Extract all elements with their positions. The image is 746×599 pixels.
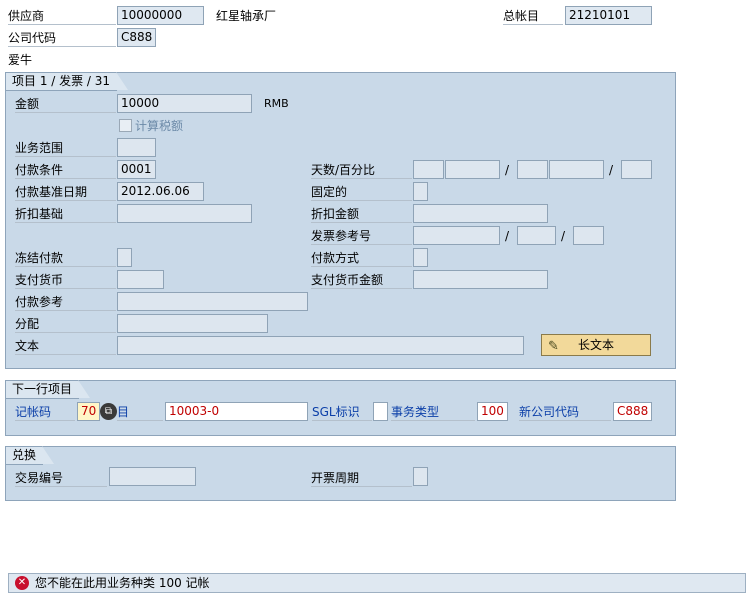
payment-block-label: 冻结付款	[15, 249, 116, 267]
payment-ref-label: 付款参考	[15, 293, 116, 311]
payment-terms-label: 付款条件	[15, 161, 116, 179]
new-company-code-field[interactable]: C888	[613, 402, 652, 421]
slash-4: /	[561, 229, 566, 243]
pay-currency-amount-field[interactable]	[413, 270, 548, 289]
slash-3: /	[505, 229, 510, 243]
text-label: 文本	[15, 337, 116, 355]
pay-currency-label: 支付货币	[15, 271, 116, 289]
status-message: 您不能在此用业务种类 100 记帐	[35, 576, 210, 590]
invoice-ref-label: 发票参考号	[311, 227, 412, 245]
business-area-label: 业务范围	[15, 139, 116, 157]
company-name: 爱牛	[8, 53, 33, 67]
payment-block-field[interactable]	[117, 248, 132, 267]
calc-tax-label: 计算税额	[135, 119, 184, 133]
fixed-field[interactable]	[413, 182, 428, 201]
text-field[interactable]	[117, 336, 524, 355]
discount-base-label: 折扣基础	[15, 205, 116, 223]
payment-method-field[interactable]	[413, 248, 428, 267]
vendor-label: 供应商	[8, 7, 116, 25]
percent-field-1[interactable]	[445, 160, 500, 179]
percent-field-2[interactable]	[549, 160, 604, 179]
fixed-label: 固定的	[311, 183, 412, 201]
search-help-icon[interactable]: ⧉	[100, 403, 117, 420]
exchange-group-title: 兑换	[6, 446, 55, 465]
vendor-field[interactable]: 10000000	[117, 6, 204, 25]
days-field-2[interactable]	[517, 160, 548, 179]
gl-account-label: 总帐目	[503, 7, 563, 25]
calc-tax-checkbox[interactable]	[119, 119, 132, 132]
slash-2: /	[609, 163, 614, 177]
days-field-1[interactable]	[413, 160, 444, 179]
discount-amount-field[interactable]	[413, 204, 548, 223]
vendor-name: 红星轴承厂	[216, 9, 277, 23]
status-bar: ✕ 您不能在此用业务种类 100 记帐	[8, 573, 746, 593]
new-company-code-label: 新公司代码	[519, 403, 611, 421]
business-area-field[interactable]	[117, 138, 156, 157]
pencil-icon: ✎	[548, 339, 559, 354]
posting-key-label: 记帐码	[15, 403, 75, 421]
account-field[interactable]: 10003-0	[165, 402, 308, 421]
invoice-ref-field-2[interactable]	[517, 226, 556, 245]
amount-field[interactable]: 10000	[117, 94, 252, 113]
error-icon: ✕	[15, 576, 29, 590]
payment-method-label: 付款方式	[311, 249, 412, 267]
next-item-group-title: 下一行项目	[6, 380, 91, 399]
billing-period-label: 开票周期	[311, 469, 412, 487]
sgl-indicator-field[interactable]	[373, 402, 388, 421]
company-code-label: 公司代码	[8, 29, 116, 47]
long-text-button[interactable]: ✎ 长文本	[541, 334, 651, 356]
discount-base-field[interactable]	[117, 204, 252, 223]
payment-ref-field[interactable]	[117, 292, 308, 311]
item-group-title: 项目 1 / 发票 / 31	[6, 72, 129, 91]
payment-terms-field[interactable]: 0001	[117, 160, 156, 179]
discount-amount-label: 折扣金额	[311, 205, 412, 223]
baseline-date-label: 付款基准日期	[15, 183, 116, 201]
amount-label: 金额	[15, 95, 116, 113]
posting-key-field[interactable]: 70	[77, 402, 100, 421]
invoice-ref-field-1[interactable]	[413, 226, 500, 245]
pay-currency-field[interactable]	[117, 270, 164, 289]
assignment-field[interactable]	[117, 314, 268, 333]
baseline-date-field[interactable]: 2012.06.06	[117, 182, 204, 201]
days-field-3[interactable]	[621, 160, 652, 179]
gl-account-field[interactable]: 21210101	[565, 6, 652, 25]
currency-label: RMB	[264, 97, 289, 110]
trade-id-field[interactable]	[109, 467, 196, 486]
transaction-type-field[interactable]: 100	[477, 402, 508, 421]
billing-period-field[interactable]	[413, 467, 428, 486]
transaction-type-label: 事务类型	[391, 403, 475, 421]
trade-id-label: 交易编号	[15, 469, 107, 487]
long-text-button-label: 长文本	[577, 338, 614, 352]
company-code-field[interactable]: C888	[117, 28, 156, 47]
pay-currency-amount-label: 支付货币金额	[311, 271, 412, 289]
assignment-label: 分配	[15, 315, 116, 333]
account-label: 目	[117, 403, 163, 421]
slash-1: /	[505, 163, 510, 177]
invoice-ref-field-3[interactable]	[573, 226, 604, 245]
days-percent-label: 天数/百分比	[311, 161, 412, 179]
sgl-indicator-label: SGL标识	[312, 403, 372, 421]
